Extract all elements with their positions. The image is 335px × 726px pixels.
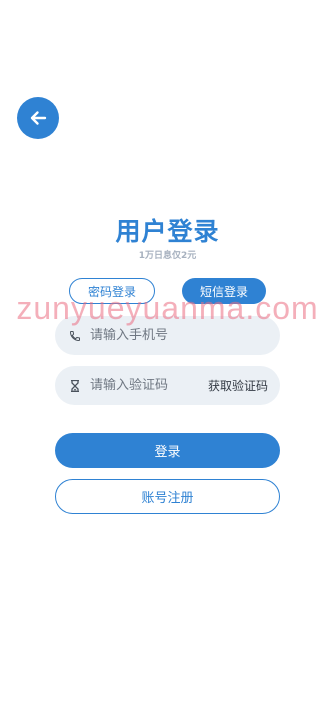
code-input[interactable] [90,378,208,393]
register-button[interactable]: 账号注册 [55,479,280,514]
phone-icon [68,329,82,343]
page-subtitle: 1万日息仅2元 [138,251,197,261]
back-button[interactable] [17,97,59,139]
phone-field[interactable] [55,316,280,355]
arrow-left-icon [28,108,48,128]
phone-input[interactable] [90,328,268,343]
login-button[interactable]: 登录 [55,433,280,468]
code-field[interactable]: 获取验证码 [55,366,280,405]
hourglass-icon [68,379,82,393]
tab-sms-login[interactable]: 短信登录 [182,278,266,304]
tab-password-login[interactable]: 密码登录 [69,278,155,304]
page-title: 用户登录 [115,217,220,246]
get-code-button[interactable]: 获取验证码 [208,377,268,394]
